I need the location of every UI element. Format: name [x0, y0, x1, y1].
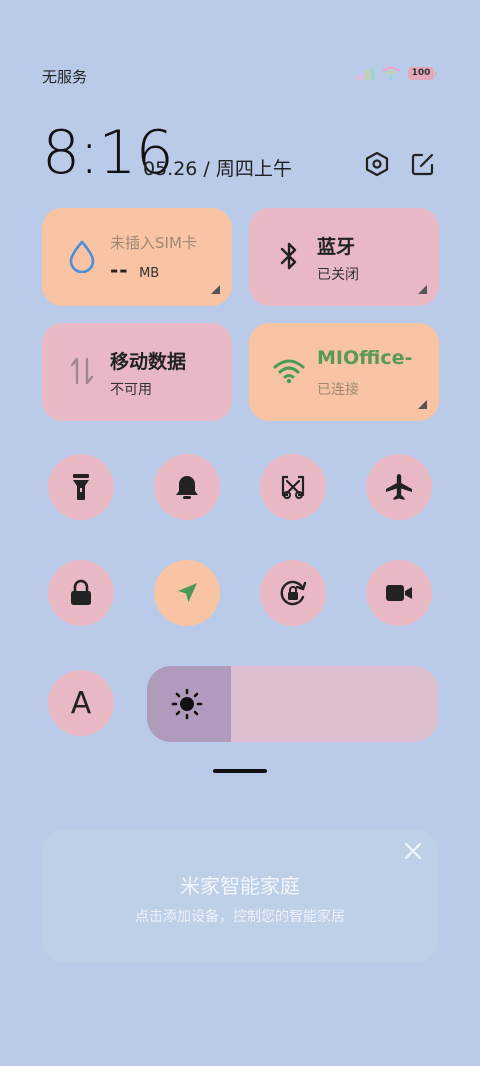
- sim-usage-unit: MB: [139, 266, 160, 281]
- wifi-status-icon: [382, 66, 400, 80]
- silent-toggle[interactable]: [154, 454, 220, 520]
- wifi-network-name: MIOffice-: [317, 347, 413, 369]
- airplane-toggle[interactable]: [366, 454, 432, 520]
- location-toggle[interactable]: [154, 560, 220, 626]
- panel-drag-handle[interactable]: [213, 769, 267, 773]
- status-icons: 100: [356, 66, 437, 80]
- rotation-lock-toggle[interactable]: [260, 560, 326, 626]
- settings-hexagon-icon[interactable]: [363, 150, 391, 178]
- reading-mode-toggle[interactable]: A: [48, 670, 114, 736]
- mijia-card-subtitle: 点击添加设备，控制您的智能家居: [135, 909, 345, 925]
- sim-usage: -- MB: [110, 258, 159, 282]
- flashlight-toggle[interactable]: [48, 454, 114, 520]
- wifi-status: 已连接: [317, 382, 359, 398]
- bluetooth-status: 已关闭: [317, 267, 359, 283]
- sim-data-tile[interactable]: 未插入SIM卡 -- MB: [42, 208, 232, 306]
- edit-icon[interactable]: [409, 150, 437, 178]
- sun-icon: [171, 688, 203, 720]
- battery-icon: 100: [408, 66, 437, 80]
- bell-icon: [176, 476, 198, 499]
- bluetooth-tile[interactable]: 蓝牙 已关闭: [249, 208, 439, 306]
- lock-icon: [71, 579, 91, 605]
- sim-label: 未插入SIM卡: [110, 234, 197, 252]
- wifi-icon: [273, 355, 305, 387]
- brightness-slider[interactable]: [147, 666, 438, 742]
- close-icon[interactable]: [402, 840, 424, 862]
- bluetooth-icon: [273, 240, 305, 272]
- mobile-data-tile[interactable]: 移动数据 不可用: [42, 323, 232, 421]
- bluetooth-label: 蓝牙: [317, 236, 356, 258]
- expand-corner-icon: [211, 285, 220, 294]
- wifi-tile[interactable]: MIOffice- 已连接: [249, 323, 439, 421]
- expand-corner-icon: [418, 285, 427, 294]
- video-camera-icon: [386, 585, 412, 601]
- signal-icon: [356, 66, 374, 80]
- mijia-card-title: 米家智能家庭: [180, 874, 300, 898]
- expand-corner-icon: [418, 400, 427, 409]
- water-drop-icon: [66, 240, 98, 273]
- airplane-icon: [386, 474, 412, 500]
- screenshot-icon: [281, 475, 305, 499]
- data-arrows-icon: [66, 355, 98, 387]
- flashlight-icon: [73, 474, 89, 500]
- video-record-toggle[interactable]: [366, 560, 432, 626]
- screenshot-toggle[interactable]: [260, 454, 326, 520]
- rotation-lock-icon: [280, 580, 307, 606]
- carrier-status: 无服务: [42, 68, 88, 86]
- mobile-data-label: 移动数据: [110, 351, 187, 373]
- date-text: 05.26 / 周四上午: [143, 158, 292, 180]
- mijia-smart-home-card[interactable]: 米家智能家庭 点击添加设备，控制您的智能家居: [42, 830, 438, 962]
- reading-mode-letter: A: [70, 685, 92, 721]
- sim-usage-value: --: [110, 258, 129, 282]
- lock-screen-toggle[interactable]: [48, 560, 114, 626]
- mobile-data-status: 不可用: [110, 382, 152, 398]
- location-icon: [178, 583, 197, 602]
